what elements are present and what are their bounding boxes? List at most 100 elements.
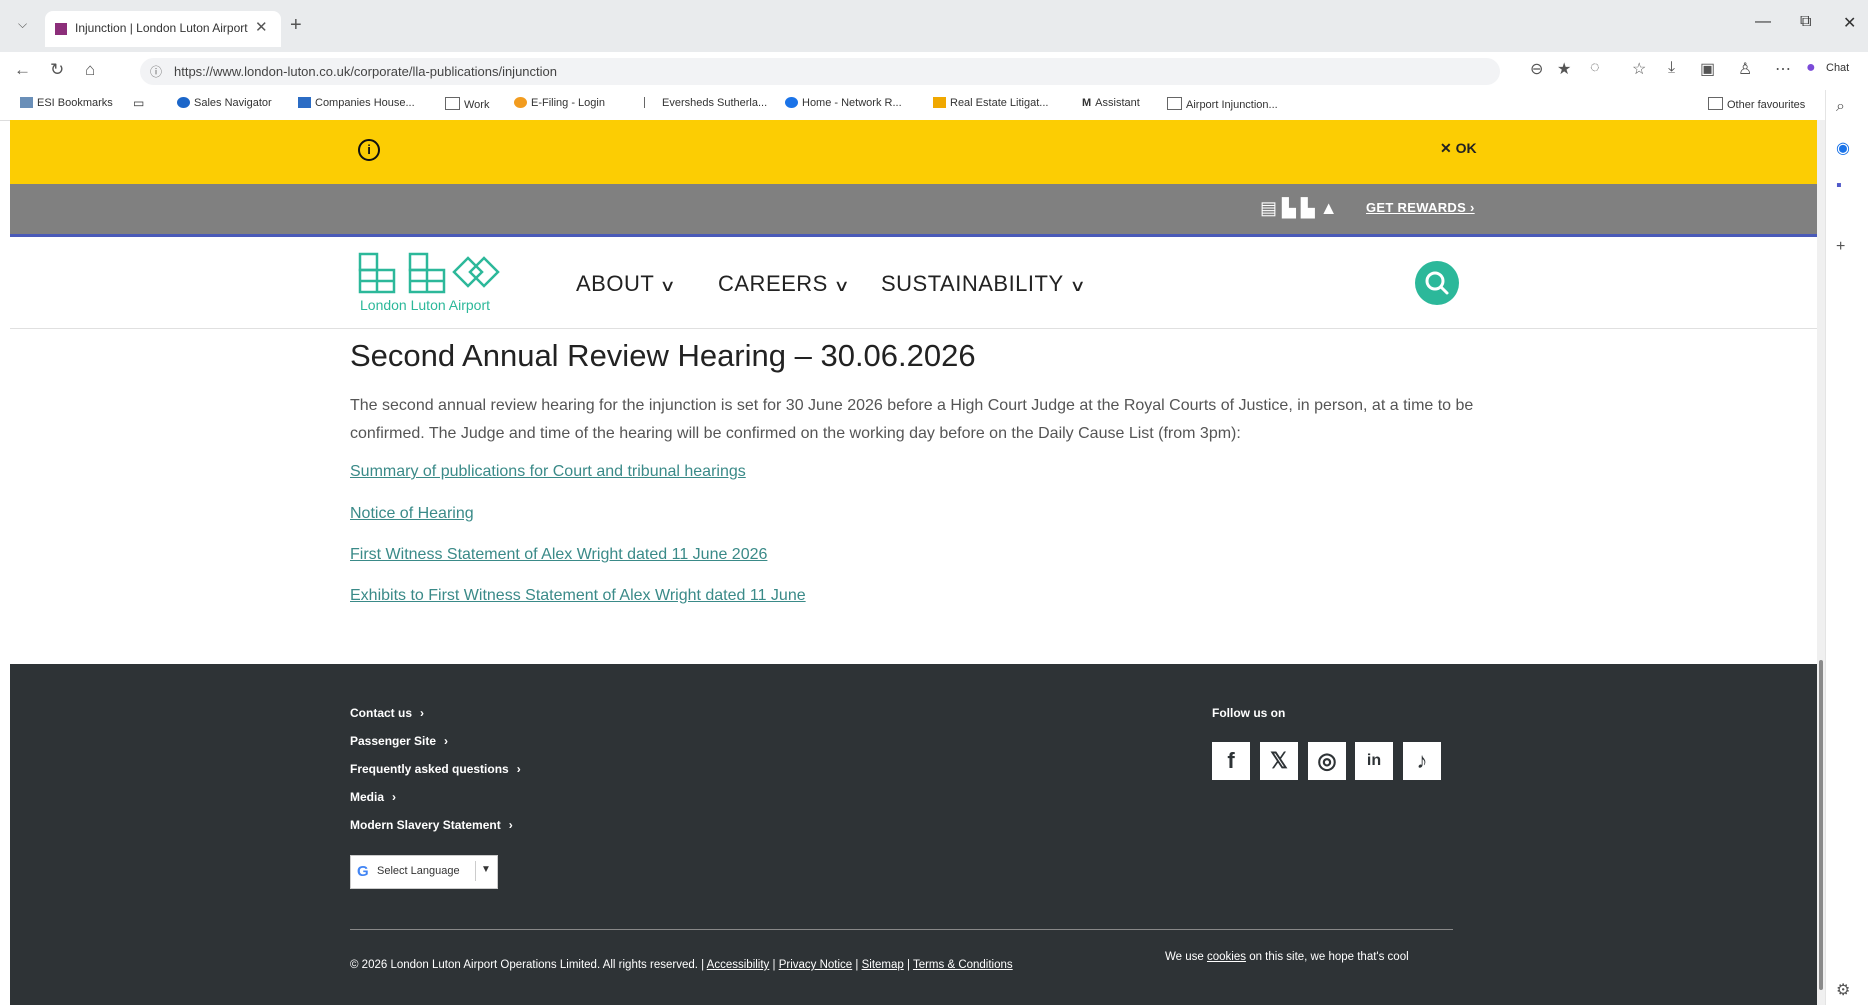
extensions-icon[interactable]: ◌ <box>1590 59 1600 77</box>
search-icon <box>1425 271 1449 295</box>
bookmark-assistant[interactable]: M Assistant <box>1082 97 1140 109</box>
copilot-icon[interactable]: ● <box>1806 59 1816 77</box>
nav-careers[interactable]: CAREERS ∨ <box>718 271 851 297</box>
link-first-witness-statement[interactable]: First Witness Statement of Alex Wright d… <box>350 546 767 564</box>
bookmark-work[interactable]: Work <box>445 97 489 111</box>
minimize-button[interactable]: — <box>1755 13 1771 31</box>
chevron-right-icon: › <box>392 790 397 804</box>
accessibility-link[interactable]: Accessibility <box>707 959 770 971</box>
linkedin-icon[interactable]: in <box>1355 742 1393 780</box>
bookmark-icon-only[interactable]: ▭ <box>133 96 144 110</box>
sidebar-teams-icon[interactable]: ▪ <box>1836 177 1842 195</box>
chevron-right-icon: › <box>420 706 425 720</box>
nav-sustainability[interactable]: SUSTAINABILITY ∨ <box>881 271 1086 297</box>
link-notice-of-hearing[interactable]: Notice of Hearing <box>350 505 474 523</box>
favorite-star-icon[interactable]: ★ <box>1557 59 1571 79</box>
folder-icon <box>445 97 460 110</box>
browser-sidebar <box>1825 90 1868 1005</box>
chevron-down-icon: ∨ <box>659 278 677 295</box>
language-select[interactable]: G Select Language ▼ <box>350 855 498 889</box>
footer-link-label: Frequently asked questions <box>350 762 509 776</box>
privacy-notice-link[interactable]: Privacy Notice <box>779 959 853 971</box>
footer-link-label: Modern Slavery Statement <box>350 818 501 832</box>
chevron-right-icon: › <box>516 762 521 776</box>
downloads-icon[interactable]: ⤓ <box>1668 59 1675 77</box>
footer-link-label: Contact us <box>350 706 413 720</box>
footer-link-passenger[interactable]: Passenger Site › <box>350 734 448 748</box>
follow-us-label: Follow us on <box>1212 706 1286 720</box>
copilot-chat-label[interactable]: Chat <box>1826 62 1849 74</box>
new-tab-button[interactable]: + <box>290 14 302 37</box>
tiktok-icon[interactable]: ♪ <box>1403 742 1441 780</box>
assistant-icon: M <box>1082 97 1092 109</box>
site-icon <box>785 97 798 108</box>
language-select-label: Select Language <box>377 865 460 877</box>
tab-list-chevron-icon[interactable]: ⌵ <box>18 17 27 32</box>
instagram-icon[interactable]: ◎ <box>1308 742 1346 780</box>
footer-link-faq[interactable]: Frequently asked questions › <box>350 762 521 776</box>
footer-link-media[interactable]: Media › <box>350 790 396 804</box>
tab-title: Injunction | London Luton Airport <box>75 21 248 35</box>
sitemap-link[interactable]: Sitemap <box>862 959 904 971</box>
bookmark-eversheds[interactable]: Eversheds Sutherla... <box>644 97 767 109</box>
bookmark-real-estate[interactable]: Real Estate Litigat... <box>933 97 1048 109</box>
site-icon <box>514 97 527 108</box>
back-button[interactable]: ← <box>14 60 31 80</box>
close-window-button[interactable]: ✕ <box>1843 13 1856 33</box>
more-menu-icon[interactable]: ⋯ <box>1775 59 1791 79</box>
scrollbar-thumb[interactable] <box>1819 660 1823 990</box>
link-exhibits-witness-statement[interactable]: Exhibits to First Witness Statement of A… <box>350 587 806 605</box>
bookmark-sales-navigator[interactable]: Sales Navigator <box>177 97 272 109</box>
nav-about[interactable]: ABOUT ∨ <box>576 271 677 297</box>
collections-icon[interactable]: ▣ <box>1700 59 1715 79</box>
sidebar-copilot-icon[interactable]: ◉ <box>1836 138 1850 158</box>
site-icon <box>644 97 658 108</box>
tab-close-icon[interactable]: ✕ <box>255 18 268 36</box>
bookmark-esi[interactable]: ESI Bookmarks <box>20 97 113 109</box>
address-bar[interactable]: ⓘ https://www.london-luton.co.uk/corpora… <box>140 58 1500 85</box>
link-summary-publications[interactable]: Summary of publications for Court and tr… <box>350 463 746 481</box>
profile-icon[interactable]: ♙ <box>1738 59 1752 79</box>
chevron-right-icon: › <box>444 734 449 748</box>
bookmark-efiling[interactable]: E-Filing - Login <box>514 97 605 109</box>
page-title: Second Annual Review Hearing – 30.06.202… <box>350 338 976 373</box>
bookmark-airport-injunction[interactable]: Airport Injunction... <box>1167 97 1278 111</box>
sidebar-settings-icon[interactable]: ⚙ <box>1836 980 1850 1000</box>
rewards-icons: ▤ ▙ ▙ ▲ <box>1260 198 1338 219</box>
plane-icon: ▲ <box>1319 198 1338 218</box>
footer-link-contact[interactable]: Contact us › <box>350 706 424 720</box>
cookies-link[interactable]: cookies <box>1207 951 1246 963</box>
cookie-suffix: on this site, we hope that's cool <box>1249 951 1409 963</box>
cookie-prefix: We use <box>1165 951 1204 963</box>
hearing-description: The second annual review hearing for the… <box>350 397 1474 442</box>
bookmark-companies-house[interactable]: Companies House... <box>298 97 415 109</box>
sidebar-search-icon[interactable]: ⌕ <box>1836 98 1845 116</box>
zoom-icon[interactable]: ⊖ <box>1530 59 1543 79</box>
favorites-icon[interactable]: ☆ <box>1632 59 1646 79</box>
chevron-down-icon: ∨ <box>833 278 851 295</box>
chevron-right-icon: › <box>508 818 513 832</box>
notice-ok-button[interactable]: ✕ OK <box>1440 140 1477 157</box>
other-favourites[interactable]: Other favourites <box>1708 97 1805 111</box>
site-info-icon[interactable]: ⓘ <box>150 63 162 80</box>
sidebar-add-icon[interactable]: + <box>1836 238 1845 256</box>
site-favicon-icon <box>55 23 67 35</box>
google-icon: G <box>357 863 369 880</box>
bookmark-network-rail[interactable]: Home - Network R... <box>785 97 902 109</box>
restore-button[interactable]: ⧉ <box>1800 13 1811 31</box>
terms-conditions-link[interactable]: Terms & Conditions <box>913 959 1013 971</box>
get-rewards-link[interactable]: GET REWARDS › <box>1366 200 1475 215</box>
nav-about-label: ABOUT <box>576 271 655 296</box>
card-icon: ▤ <box>1260 198 1278 218</box>
home-icon[interactable]: ⌂ <box>85 60 95 80</box>
x-twitter-icon[interactable]: 𝕏 <box>1260 742 1298 780</box>
browser-tab-active[interactable]: Injunction | London Luton Airport ✕ <box>45 11 281 47</box>
copyright-label: © 2026 London Luton Airport Operations L… <box>350 959 705 971</box>
site-logo[interactable] <box>358 250 508 296</box>
footer-link-modern-slavery[interactable]: Modern Slavery Statement › <box>350 818 513 832</box>
copyright-text: © 2026 London Luton Airport Operations L… <box>350 959 1013 971</box>
refresh-button[interactable]: ↻ <box>50 60 64 80</box>
site-icon <box>298 97 311 108</box>
facebook-icon[interactable]: f <box>1212 742 1250 780</box>
search-button[interactable] <box>1415 261 1459 305</box>
